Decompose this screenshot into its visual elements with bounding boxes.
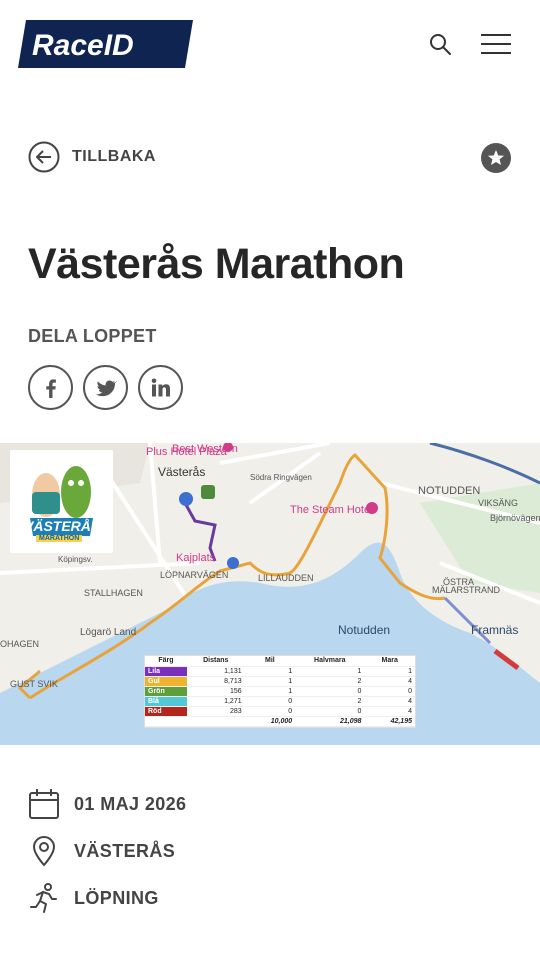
linkedin-share-button[interactable]	[138, 365, 183, 410]
table-row: Grön 156 1 0 0	[145, 686, 415, 697]
map-label-notudden: Notudden	[338, 623, 391, 637]
map-label-lillaudden: LILLAUDDEN	[258, 573, 314, 583]
distance-cell: 1,271	[186, 696, 245, 707]
event-type: LÖPNING	[74, 887, 159, 908]
mil-cell: 1	[244, 676, 296, 687]
linkedin-icon	[151, 378, 170, 396]
map-label-sodra: Södra Ringvägen	[250, 473, 312, 482]
route-map[interactable]: Best Western Plus Hotel Plaza Västerås T…	[0, 443, 540, 745]
event-date-row: 01 MAJ 2026	[28, 788, 186, 820]
facebook-icon	[45, 378, 56, 398]
logo-line-1: VÄSTERÅS	[24, 518, 101, 534]
map-label-bjornbo: Björnövägen	[490, 513, 540, 523]
logo-text: RaceID	[32, 29, 134, 62]
favorite-star-icon[interactable]	[481, 143, 511, 173]
table-row: Gul 8,713 1 2 4	[145, 676, 415, 687]
back-label: TILLBAKA	[72, 148, 156, 165]
map-label-city: Västerås	[158, 465, 206, 479]
mara-cell: 0	[364, 686, 415, 697]
logo-line-2: MARATHON	[36, 535, 83, 542]
mara-cell: 1	[364, 666, 415, 677]
mil-cell: 0	[244, 696, 296, 707]
raceid-logo[interactable]: RaceID	[18, 20, 193, 68]
vasteras-marathon-logo: VÄSTERÅS MARATHON	[10, 450, 113, 553]
halvmara-cell: 0	[295, 706, 365, 717]
location-pin-icon	[227, 557, 239, 569]
map-label-kajplats: Kajplats	[176, 552, 216, 564]
color-cell: Grön	[145, 686, 187, 697]
total-cell	[186, 716, 245, 727]
halvmara-cell: 0	[295, 686, 365, 697]
map-label-gustsvik: GUST SVIK	[10, 679, 58, 689]
mil-cell: 1	[244, 686, 296, 697]
map-label-stallhagen: STALLHAGEN	[84, 588, 143, 598]
total-halvmara-cell: 21,098	[295, 716, 365, 727]
mara-cell: 4	[364, 696, 415, 707]
event-title: Västerås Marathon	[28, 240, 405, 288]
table-header: Distans	[186, 656, 245, 667]
running-person-icon	[30, 883, 57, 913]
total-mara-cell: 42,195	[364, 716, 415, 727]
table-header: Färg	[145, 656, 187, 667]
halvmara-cell: 2	[295, 676, 365, 687]
facebook-share-button[interactable]	[28, 365, 73, 410]
map-pin-icon	[32, 835, 56, 867]
map-label-ohagen: OHAGEN	[0, 639, 40, 649]
mara-cell: 4	[364, 706, 415, 717]
event-date: 01 MAJ 2026	[74, 793, 187, 814]
map-label-koping: Köpingsv.	[58, 555, 93, 564]
map-label-hotel2: Plus Hotel Plaza	[146, 446, 227, 458]
search-icon[interactable]	[428, 32, 452, 56]
twitter-share-button[interactable]	[83, 365, 128, 410]
table-header: Halvmara	[295, 656, 365, 667]
table-header: Mara	[364, 656, 415, 667]
event-type-row: LÖPNING	[28, 882, 159, 914]
back-link[interactable]: TILLBAKA	[28, 141, 156, 173]
twitter-icon	[95, 380, 117, 396]
site-header: RaceID	[0, 0, 540, 90]
table-row: Blå 1,271 0 2 4	[145, 696, 415, 707]
map-label-lopnarvagen: LÖPNARVÄGEN	[160, 570, 229, 580]
color-cell: Lila	[145, 666, 187, 677]
halvmara-cell: 2	[295, 696, 365, 707]
event-location-row: VÄSTERÅS	[28, 835, 175, 867]
event-location: VÄSTERÅS	[74, 840, 176, 861]
total-cell	[145, 716, 187, 727]
map-label-viksang: VIKSÄNG	[478, 498, 519, 508]
table-row: Lila 1,131 1 1 1	[145, 666, 415, 677]
mil-cell: 0	[244, 706, 296, 717]
distance-cell: 156	[186, 686, 245, 697]
map-label-loppland: Lögarö Land	[80, 627, 137, 638]
color-cell: Gul	[145, 676, 187, 687]
distance-cell: 8,713	[186, 676, 245, 687]
color-cell: Blå	[145, 696, 187, 707]
share-label: DELA LOPPET	[28, 326, 157, 346]
finish-flag-icon	[201, 485, 215, 499]
hamburger-menu-icon[interactable]	[481, 33, 511, 55]
map-label-steam-hotel: The Steam Hotel	[290, 504, 373, 516]
distance-cell: 1,131	[186, 666, 245, 677]
table-row: Röd 283 0 0 4	[145, 706, 415, 717]
mara-cell: 4	[364, 676, 415, 687]
distance-table: Färg Distans Mil Halvmara Mara Lila 1,13…	[144, 655, 416, 728]
arrow-left-circle-icon	[28, 141, 60, 173]
start-marker-icon	[179, 492, 193, 506]
table-total-row: 10,000 21,098 42,195	[145, 716, 415, 727]
mil-cell: 1	[244, 666, 296, 677]
calendar-icon	[29, 789, 59, 819]
halvmara-cell: 1	[295, 666, 365, 677]
map-label-framnas: Framnäs	[471, 623, 519, 637]
distance-cell: 283	[186, 706, 245, 717]
map-label-notudden-top: NOTUDDEN	[418, 485, 481, 497]
total-mil-cell: 10,000	[244, 716, 296, 727]
color-cell: Röd	[145, 706, 187, 717]
map-label-malarstrand: MÄLARSTRAND	[432, 585, 501, 595]
table-header: Mil	[244, 656, 296, 667]
